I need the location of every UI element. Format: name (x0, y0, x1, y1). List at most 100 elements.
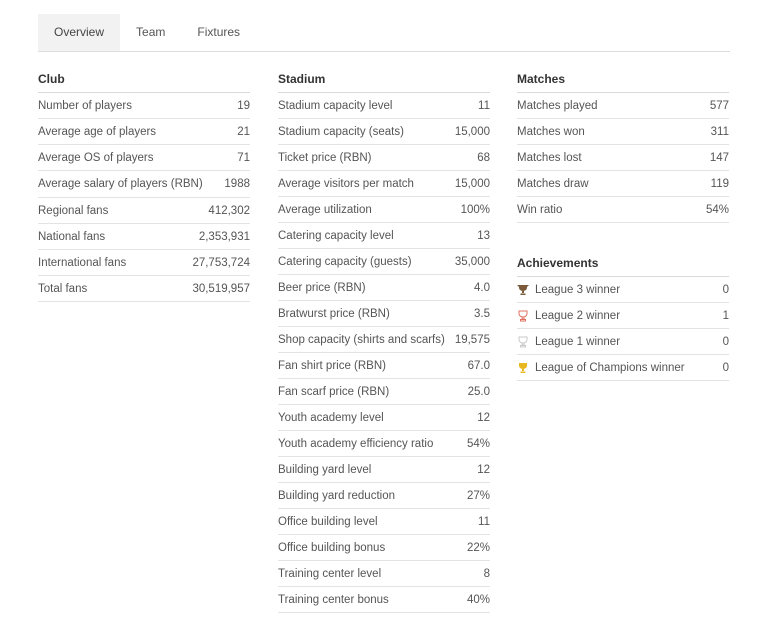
matches-row: Matches draw 119 (517, 171, 729, 197)
club-row: Total fans 30,519,957 (38, 276, 250, 302)
matches-row: Win ratio 54% (517, 197, 729, 223)
achievement-label-wrap: League of Champions winner (517, 356, 717, 380)
stadium-row: Catering capacity (guests) 35,000 (278, 249, 490, 275)
row-value: 11 (478, 515, 490, 528)
matches-section: Matches Matches played 577 Matches won 311… (517, 66, 729, 381)
tab-fixtures[interactable]: Fixtures (181, 14, 256, 51)
row-value: 54% (466, 437, 490, 450)
row-value: 15,000 (454, 125, 490, 138)
row-value: 8 (483, 567, 490, 580)
row-label: League of Champions winner (535, 361, 685, 374)
row-label: Training center level (278, 567, 382, 580)
stadium-heading: Stadium (278, 66, 490, 93)
trophy-gold-icon (519, 362, 527, 373)
stadium-row: Youth academy efficiency ratio 54% (278, 431, 490, 457)
row-value: 1 (722, 309, 729, 322)
trophy-silver-icon (518, 336, 528, 347)
row-value: 12 (477, 463, 490, 476)
stadium-row: Youth academy level 12 (278, 405, 490, 431)
stadium-row: Training center bonus 40% (278, 587, 490, 613)
stadium-row: Stadium capacity (seats) 15,000 (278, 119, 490, 145)
row-label: National fans (38, 230, 106, 243)
stadium-row: Building yard reduction 27% (278, 483, 490, 509)
row-label: Win ratio (517, 203, 563, 216)
stadium-section: Stadium Stadium capacity level 11 Stadium… (278, 66, 490, 613)
club-heading: Club (38, 66, 250, 93)
row-value: 0 (722, 361, 729, 374)
row-label: Shop capacity (shirts and scarfs) (278, 333, 445, 346)
stadium-row: Average utilization 100% (278, 197, 490, 223)
row-label: Catering capacity level (278, 229, 394, 242)
row-value: 3.5 (474, 307, 490, 320)
stadium-row: Training center level 8 (278, 561, 490, 587)
row-label: Matches won (517, 125, 585, 138)
row-value: 100% (460, 203, 490, 216)
row-label: Youth academy efficiency ratio (278, 437, 434, 450)
row-label: Average utilization (278, 203, 372, 216)
row-value: 40% (466, 593, 490, 606)
club-row: National fans 2,353,931 (38, 224, 250, 250)
row-label: Average OS of players (38, 151, 154, 164)
stadium-row: Shop capacity (shirts and scarfs) 19,575 (278, 327, 490, 353)
row-value: 15,000 (454, 177, 490, 190)
row-label: Stadium capacity (seats) (278, 125, 404, 138)
tab-team[interactable]: Team (120, 14, 181, 51)
trophy-red-icon (518, 310, 528, 321)
row-value: 311 (710, 125, 729, 138)
stadium-row: Beer price (RBN) 4.0 (278, 275, 490, 301)
row-label: Bratwurst price (RBN) (278, 307, 390, 320)
row-label: League 2 winner (535, 309, 621, 322)
achievements-heading: Achievements (517, 250, 729, 277)
achievement-label-wrap: League 2 winner (517, 304, 717, 328)
row-label: Office building level (278, 515, 378, 528)
achievement-label-wrap: League 3 winner (517, 278, 717, 302)
club-row: Regional fans 412,302 (38, 198, 250, 224)
stadium-row: Fan scarf price (RBN) 25.0 (278, 379, 490, 405)
achievement-row: League 1 winner 0 (517, 329, 729, 355)
row-value: 35,000 (454, 255, 490, 268)
row-value: 71 (237, 151, 250, 164)
trophy-bronze-icon (517, 284, 529, 295)
row-label: Regional fans (38, 204, 109, 217)
row-label: Average visitors per match (278, 177, 414, 190)
row-value: 1988 (224, 178, 250, 190)
tab-bar: Overview Team Fixtures (38, 14, 730, 52)
matches-heading: Matches (517, 66, 729, 93)
row-label: Matches lost (517, 151, 582, 164)
row-label: Youth academy level (278, 411, 384, 424)
row-label: Fan scarf price (RBN) (278, 385, 390, 398)
row-value: 13 (477, 229, 490, 242)
row-value: 11 (478, 99, 490, 112)
row-label: Total fans (38, 282, 88, 295)
stadium-row: Fan shirt price (RBN) 67.0 (278, 353, 490, 379)
row-label: Building yard reduction (278, 489, 395, 502)
row-value: 27,753,724 (192, 256, 250, 269)
row-value: 0 (722, 335, 729, 348)
row-value: 68 (477, 151, 490, 164)
club-row: International fans 27,753,724 (38, 250, 250, 276)
row-value: 147 (709, 151, 729, 164)
club-row: Average OS of players 71 (38, 145, 250, 171)
row-value: 25.0 (467, 385, 490, 398)
matches-row: Matches won 311 (517, 119, 729, 145)
row-label: Number of players (38, 99, 132, 112)
row-value: 22% (466, 541, 490, 554)
row-value: 54% (705, 203, 729, 216)
club-row: Number of players 19 (38, 93, 250, 119)
club-row: Average salary of players (RBN) 1988 (38, 171, 250, 198)
achievement-row: League of Champions winner 0 (517, 355, 729, 381)
achievement-label-wrap: League 1 winner (517, 330, 717, 354)
matches-row: Matches played 577 (517, 93, 729, 119)
tab-overview[interactable]: Overview (38, 14, 121, 51)
stadium-row: Stadium capacity level 11 (278, 93, 490, 119)
stadium-row: Bratwurst price (RBN) 3.5 (278, 301, 490, 327)
row-value: 412,302 (208, 204, 250, 217)
row-value: 21 (237, 125, 250, 138)
row-label: League 1 winner (535, 335, 621, 348)
row-value: 119 (710, 177, 729, 190)
row-label: Catering capacity (guests) (278, 255, 412, 268)
row-value: 12 (477, 411, 490, 424)
row-label: Average salary of players (RBN) (38, 178, 203, 190)
row-label: Average age of players (38, 125, 157, 138)
stadium-row: Building yard level 12 (278, 457, 490, 483)
